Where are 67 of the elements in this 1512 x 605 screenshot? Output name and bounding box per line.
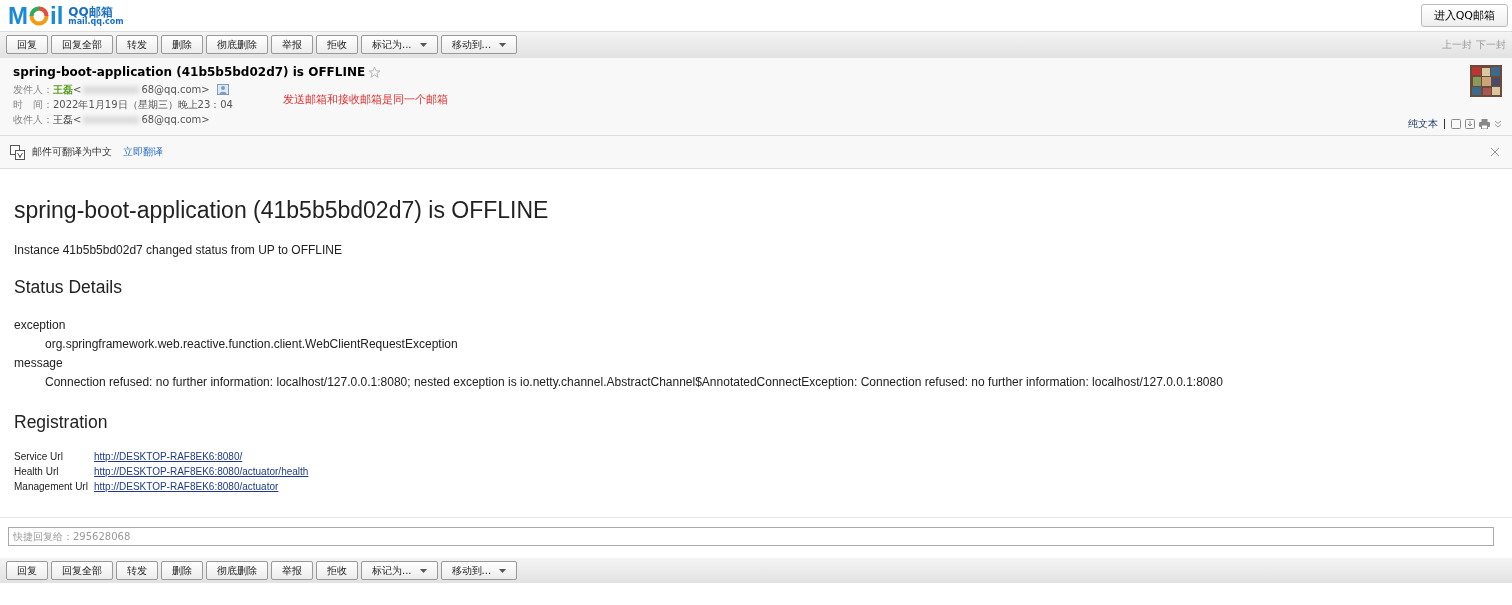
download-icon[interactable] — [1465, 119, 1475, 129]
toolbar-button[interactable]: 转发 — [116, 561, 158, 580]
translate-icon — [10, 144, 25, 160]
caret-icon — [499, 42, 507, 47]
field-label: 时 间： — [13, 97, 53, 112]
email-address: 68@qq.com> — [141, 114, 210, 125]
toolbar-button[interactable]: 举报 — [271, 35, 313, 54]
toolbar-button[interactable]: 回复 — [6, 35, 48, 54]
plain-text-link[interactable]: 纯文本 — [1408, 117, 1438, 131]
dropdown-button[interactable]: 移动到... — [440, 561, 518, 580]
caret-icon — [499, 568, 507, 573]
translate-text: 邮件可翻译为中文 — [32, 145, 112, 159]
toolbar-button[interactable]: 举报 — [271, 561, 313, 580]
field-label: 发件人： — [13, 82, 53, 97]
enter-mailbox-button[interactable]: 进入QQ邮箱 — [1420, 4, 1508, 27]
email-start: < — [73, 114, 82, 125]
close-icon[interactable] — [1491, 148, 1499, 156]
logo-letters: il — [50, 3, 64, 28]
translate-link[interactable]: 立即翻译 — [123, 145, 163, 159]
toolbar-button[interactable]: 回复全部 — [51, 35, 113, 54]
section-heading: Registration — [14, 412, 109, 433]
print-icon[interactable] — [1479, 119, 1490, 129]
toolbar-button[interactable]: 彻底删除 — [206, 561, 268, 580]
toolbar-button[interactable]: 删除 — [161, 35, 203, 54]
url-link[interactable]: http://DESKTOP-RAF8EK6:8080/actuator/health — [94, 466, 309, 477]
toolbar-button[interactable]: 彻底删除 — [206, 35, 268, 54]
field-label: 收件人： — [13, 112, 53, 127]
status-text: Instance 41b5b5bd02d7 changed status from UP to OFFLINE — [14, 243, 343, 257]
logo-ring-icon — [29, 5, 49, 26]
star-icon[interactable] — [368, 65, 382, 79]
dropdown-button[interactable]: 移动到... — [440, 35, 518, 54]
url-label: Health Url — [14, 466, 60, 477]
logo-brand: QQ邮箱 — [68, 5, 113, 18]
url-label: Management Url — [14, 481, 89, 492]
dropdown-button[interactable]: 标记为... — [361, 35, 438, 54]
message-title: spring-boot-application (41b5b5bd02d7) is OFFLINE — [14, 197, 550, 224]
section-heading: Status Details — [14, 277, 123, 298]
toolbar-button[interactable]: 回复 — [6, 561, 48, 580]
annotation-text: 发送邮箱和接收邮箱是同一个邮箱 — [283, 92, 448, 107]
email-address: 68@qq.com> — [141, 84, 210, 95]
blurred-email — [83, 85, 140, 94]
sender-name[interactable]: 王磊 — [53, 112, 73, 127]
toolbar-button[interactable]: 拒收 — [316, 35, 358, 54]
logo-domain: mail.qq.com — [68, 17, 124, 26]
detail-term: exception — [14, 317, 67, 334]
contact-card-icon[interactable] — [216, 84, 229, 95]
logo-letter: M — [8, 3, 28, 28]
detail-value: Connection refused: no further information: localhost/127.0.0.1:8080; nested exception is io.netty.channel.AbstractChannel$AnnotatedConnectException: Connection refused: no further information: localhost/127.0.0.1:8080 — [44, 374, 1224, 391]
blurred-email — [83, 115, 140, 124]
toolbar-button[interactable]: 删除 — [161, 561, 203, 580]
detail-value: org.springframework.web.reactive.function.client.WebClientRequestException — [44, 336, 459, 353]
expand-icon[interactable] — [1494, 120, 1502, 128]
toolbar-button[interactable]: 拒收 — [316, 561, 358, 580]
email-start: < — [73, 84, 82, 95]
sent-time: 2022年1月19日（星期三）晚上23：04 — [53, 97, 233, 112]
email-subject: spring-boot-application (41b5b5bd02d7) is OFFLINE — [13, 65, 366, 79]
url-link[interactable]: http://DESKTOP-RAF8EK6:8080/actuator — [94, 481, 309, 492]
toolbar-button[interactable]: 回复全部 — [51, 561, 113, 580]
url-label: Service Url — [14, 451, 64, 462]
quick-reply-field[interactable]: 快捷回复给：295628068 — [8, 527, 1494, 546]
caret-icon — [419, 568, 427, 573]
url-link[interactable]: http://DESKTOP-RAF8EK6:8080/ — [94, 451, 309, 462]
caret-icon — [419, 42, 427, 47]
note-icon[interactable] — [1451, 119, 1461, 129]
toolbar-button[interactable]: 转发 — [116, 35, 158, 54]
detail-term: message — [14, 355, 64, 372]
dropdown-button[interactable]: 标记为... — [361, 561, 438, 580]
